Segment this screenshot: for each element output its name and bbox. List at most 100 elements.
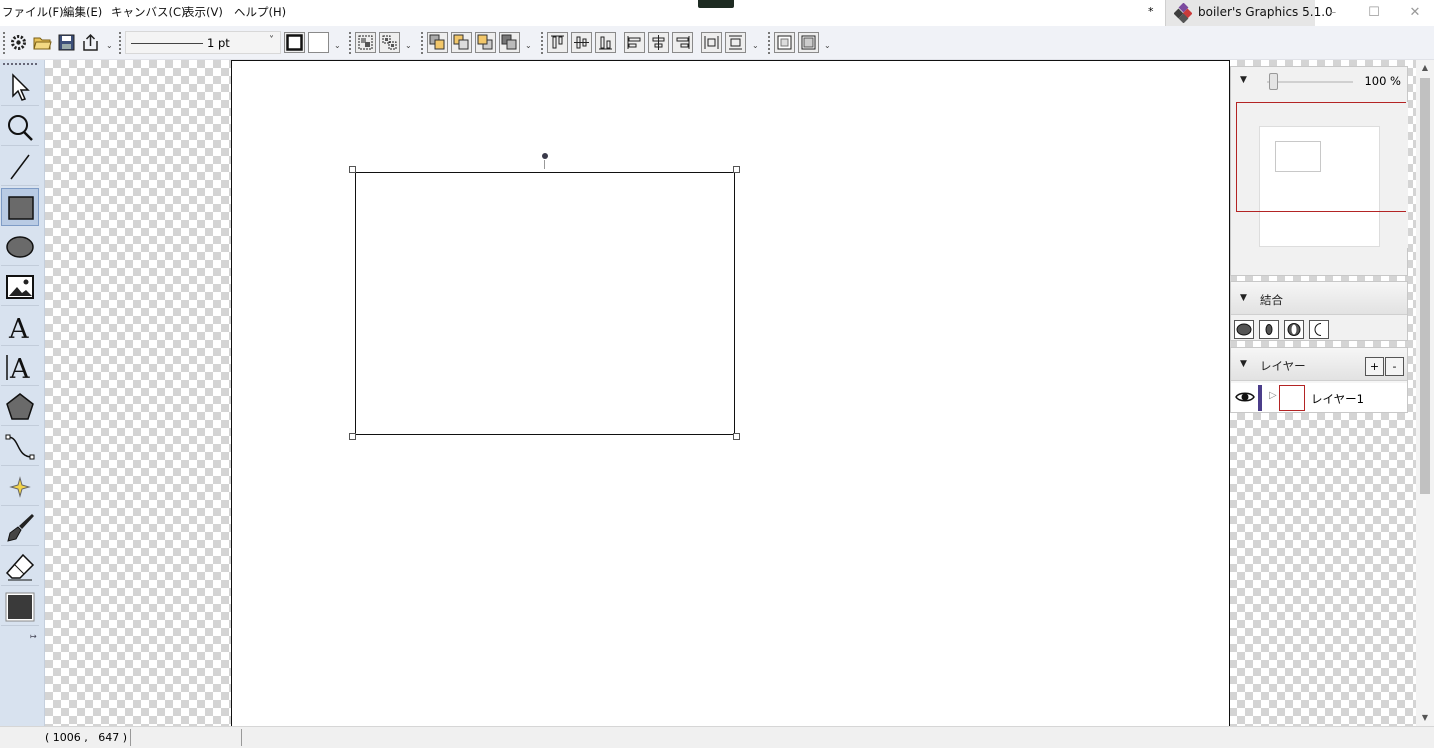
tool-polygon[interactable] bbox=[1, 388, 39, 426]
menu-file[interactable]: ファイル(F) bbox=[2, 4, 64, 20]
tool-sparkle[interactable] bbox=[1, 468, 39, 506]
line-width-select[interactable]: 1 pt ˅ bbox=[125, 31, 281, 54]
scroll-up-icon[interactable]: ▲ bbox=[1416, 60, 1434, 76]
align-left-icon bbox=[627, 36, 641, 49]
flip-horizontal-button[interactable] bbox=[774, 32, 795, 53]
toolbar-dropdown-6[interactable]: ⌄ bbox=[824, 42, 832, 50]
minimize-button[interactable]: – bbox=[1318, 2, 1348, 24]
stroke-toggle-button[interactable] bbox=[284, 32, 305, 53]
scroll-down-icon[interactable]: ▼ bbox=[1416, 710, 1434, 726]
combine-intersect-button[interactable] bbox=[1259, 320, 1279, 339]
remove-layer-button[interactable]: - bbox=[1385, 357, 1404, 376]
menu-edit[interactable]: 編集(E) bbox=[63, 4, 102, 20]
toolbar-grip[interactable] bbox=[349, 32, 351, 54]
layer-name[interactable]: レイヤー1 bbox=[1311, 391, 1364, 407]
navigator-viewport[interactable] bbox=[1236, 102, 1406, 212]
gear-icon bbox=[11, 35, 26, 50]
layer-row[interactable]: ▷ レイヤー1 bbox=[1231, 383, 1407, 412]
collapse-arrow-icon[interactable]: ▼ bbox=[1240, 75, 1247, 85]
rectangle-shape[interactable] bbox=[355, 172, 735, 435]
tool-vertical-text[interactable]: A bbox=[1, 348, 39, 386]
distribute-horizontal-button[interactable] bbox=[701, 32, 722, 53]
vertical-scrollbar[interactable]: ▲ ▼ bbox=[1416, 60, 1434, 726]
toolbar-dropdown-2[interactable]: ⌄ bbox=[334, 42, 342, 50]
lasso-icon bbox=[8, 115, 33, 141]
pointer-icon bbox=[12, 73, 30, 101]
fill-toggle-button[interactable] bbox=[308, 32, 329, 53]
toolbar-grip[interactable] bbox=[3, 32, 5, 54]
menu-view[interactable]: 表示(V) bbox=[183, 4, 223, 20]
expand-arrow-icon[interactable]: ▷ bbox=[1269, 390, 1277, 401]
align-left-button[interactable] bbox=[624, 32, 645, 53]
tool-image[interactable] bbox=[1, 268, 39, 306]
distribute-vertical-button[interactable] bbox=[725, 32, 746, 53]
zoom-slider-thumb[interactable] bbox=[1269, 73, 1278, 90]
resize-handle-bottom-left[interactable] bbox=[349, 433, 356, 440]
toolbar-grip[interactable] bbox=[541, 32, 543, 54]
menu-help[interactable]: ヘルプ(H) bbox=[234, 4, 286, 20]
resize-handle-top-left[interactable] bbox=[349, 166, 356, 173]
toolbar-dropdown-1[interactable]: ⌄ bbox=[106, 42, 114, 50]
send-backward-button[interactable] bbox=[475, 32, 496, 53]
image-icon bbox=[6, 275, 34, 299]
color-swatch-icon bbox=[5, 592, 35, 622]
navigator-preview[interactable] bbox=[1236, 102, 1408, 248]
drawing-canvas[interactable] bbox=[231, 60, 1230, 726]
rotate-handle[interactable] bbox=[542, 153, 548, 159]
toolbar-grip[interactable] bbox=[119, 32, 121, 54]
tool-bezier[interactable] bbox=[1, 428, 39, 466]
combine-panel-title: 結合 bbox=[1260, 293, 1283, 307]
combine-union-button[interactable] bbox=[1234, 320, 1254, 339]
ungroup-button[interactable] bbox=[379, 32, 400, 53]
tool-rectangle[interactable] bbox=[1, 188, 39, 226]
text-icon: A bbox=[8, 314, 29, 342]
toolbar-dropdown-4[interactable]: ⌄ bbox=[525, 42, 533, 50]
menu-canvas[interactable]: キャンバス(C) bbox=[111, 4, 186, 20]
resize-handle-top-right[interactable] bbox=[733, 166, 740, 173]
zoom-slider-track[interactable] bbox=[1267, 81, 1353, 83]
maximize-button[interactable]: ☐ bbox=[1359, 2, 1389, 24]
eye-icon[interactable] bbox=[1235, 390, 1255, 404]
toolbox-more-icon[interactable]: ↦ bbox=[30, 632, 37, 641]
toolbar-grip[interactable] bbox=[421, 32, 423, 54]
save-button[interactable] bbox=[56, 32, 77, 53]
export-button[interactable] bbox=[80, 32, 101, 53]
open-button[interactable] bbox=[32, 32, 53, 53]
toolbar-dropdown-5[interactable]: ⌄ bbox=[752, 42, 760, 50]
align-top-button[interactable] bbox=[547, 32, 568, 53]
align-middle-button[interactable] bbox=[571, 32, 592, 53]
close-button[interactable]: ✕ bbox=[1400, 2, 1430, 24]
combine-exclude-button[interactable] bbox=[1284, 320, 1304, 339]
tool-brush[interactable] bbox=[1, 508, 39, 546]
app-title-tab: boiler's Graphics 5.1.0 bbox=[1165, 0, 1333, 26]
toolbar-dropdown-3[interactable]: ⌄ bbox=[405, 42, 413, 50]
combine-panel-header[interactable]: ▼ 結合 bbox=[1231, 282, 1407, 315]
tool-color-fill[interactable] bbox=[1, 588, 39, 626]
tool-ellipse[interactable] bbox=[1, 228, 39, 266]
align-bottom-button[interactable] bbox=[595, 32, 616, 53]
align-right-icon bbox=[676, 36, 690, 49]
scrollbar-thumb[interactable] bbox=[1420, 78, 1430, 494]
toolbox-grip[interactable] bbox=[3, 63, 37, 65]
window-marker bbox=[698, 0, 734, 8]
align-right-button[interactable] bbox=[672, 32, 693, 53]
align-center-button[interactable] bbox=[648, 32, 669, 53]
flip-vertical-button[interactable] bbox=[798, 32, 819, 53]
tool-select[interactable] bbox=[1, 68, 39, 106]
tool-lasso[interactable] bbox=[1, 108, 39, 146]
resize-handle-bottom-right[interactable] bbox=[733, 433, 740, 440]
bring-forward-button[interactable] bbox=[451, 32, 472, 53]
group-button[interactable] bbox=[355, 32, 376, 53]
layers-panel-header[interactable]: ▼ レイヤー + - bbox=[1231, 348, 1407, 381]
bring-to-front-button[interactable] bbox=[427, 32, 448, 53]
tool-line[interactable] bbox=[1, 148, 39, 186]
send-to-back-icon bbox=[501, 34, 517, 50]
combine-subtract-button[interactable] bbox=[1309, 320, 1329, 339]
tool-eraser[interactable] bbox=[1, 548, 39, 586]
toolbar-grip[interactable] bbox=[768, 32, 770, 54]
add-layer-button[interactable]: + bbox=[1365, 357, 1384, 376]
send-to-back-button[interactable] bbox=[499, 32, 520, 53]
settings-button[interactable] bbox=[8, 32, 29, 53]
tool-text[interactable]: A bbox=[1, 308, 39, 346]
workspace[interactable] bbox=[45, 60, 1416, 726]
